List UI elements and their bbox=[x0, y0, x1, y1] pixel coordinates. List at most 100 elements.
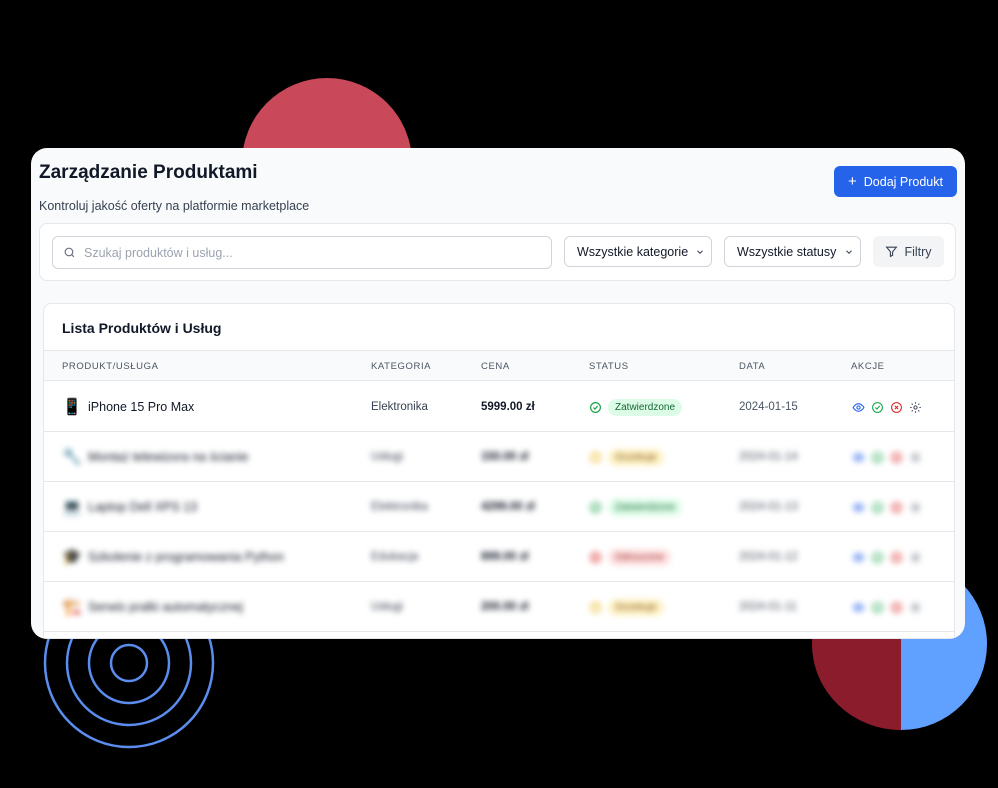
filters-button[interactable]: Filtry bbox=[873, 236, 944, 267]
status-badge: Odrzucone bbox=[608, 548, 671, 566]
view-icon[interactable] bbox=[851, 400, 865, 414]
date-cell: 2024-01-15 bbox=[739, 401, 798, 413]
view-icon[interactable] bbox=[851, 450, 865, 464]
filters-bar: Wszystkie kategorie Wszystkie statusy Fi… bbox=[39, 223, 956, 281]
filter-icon bbox=[885, 246, 898, 258]
table-row[interactable]: 🔧 Montaż telewizora na ścianie Usługi 150.0… bbox=[44, 432, 954, 482]
product-icon: 🎓 bbox=[62, 549, 82, 566]
settings-icon[interactable] bbox=[908, 600, 922, 614]
approve-icon[interactable] bbox=[870, 500, 884, 514]
product-icon: 📱 bbox=[62, 399, 82, 416]
actions-cell bbox=[851, 532, 922, 582]
status-badge: Zatwierdzone bbox=[608, 498, 683, 516]
product-cell: 🏗️ Serwis pralki automatycznej bbox=[62, 582, 243, 632]
product-name: Szkolenie z programowania Python bbox=[88, 550, 284, 564]
filters-button-label: Filtry bbox=[904, 244, 932, 259]
actions-cell bbox=[851, 432, 922, 482]
product-management-panel: Zarządzanie Produktami Kontroluj jakość … bbox=[31, 148, 965, 639]
product-name: Laptop Dell XPS 13 bbox=[88, 500, 198, 514]
reject-icon[interactable] bbox=[889, 400, 903, 414]
product-list-table: Lista Produktów i Usług PRODUKT/USŁUGA K… bbox=[43, 303, 955, 639]
approve-icon[interactable] bbox=[870, 550, 884, 564]
search-icon bbox=[64, 247, 75, 258]
category-cell: Edukacja bbox=[371, 551, 419, 563]
actions-cell bbox=[851, 382, 922, 432]
category-cell: Usługi bbox=[371, 601, 403, 613]
settings-icon[interactable] bbox=[908, 450, 922, 464]
reject-icon[interactable] bbox=[889, 500, 903, 514]
chevron-down-icon bbox=[697, 249, 703, 254]
view-icon[interactable] bbox=[851, 500, 865, 514]
status-cell: Odrzucone bbox=[589, 532, 671, 582]
approve-icon[interactable] bbox=[870, 600, 884, 614]
column-header-actions: AKCJE bbox=[851, 361, 885, 372]
status-select[interactable]: Wszystkie statusy bbox=[724, 236, 861, 267]
actions-cell bbox=[851, 582, 922, 632]
product-cell: 🔧 Montaż telewizora na ścianie bbox=[62, 432, 249, 482]
status-icon bbox=[590, 401, 601, 413]
settings-icon[interactable] bbox=[908, 500, 922, 514]
table-row[interactable]: 🏗️ Serwis pralki automatycznej Usługi 200.0… bbox=[44, 582, 954, 632]
status-badge: Zatwierdzone bbox=[608, 398, 683, 416]
category-select-value: Wszystkie kategorie bbox=[577, 244, 689, 259]
product-icon: 💻 bbox=[62, 499, 82, 516]
reject-icon[interactable] bbox=[889, 450, 903, 464]
view-icon[interactable] bbox=[851, 550, 865, 564]
page-header: Zarządzanie Produktami Kontroluj jakość … bbox=[39, 160, 957, 213]
status-icon bbox=[590, 551, 601, 563]
list-title: Lista Produktów i Usług bbox=[62, 320, 222, 336]
category-cell: Elektronika bbox=[371, 401, 428, 413]
product-icon: 🔧 bbox=[62, 449, 82, 466]
status-icon bbox=[590, 501, 601, 513]
add-product-button[interactable]: + Dodaj Produkt bbox=[834, 166, 957, 197]
date-cell: 2024-01-11 bbox=[739, 601, 797, 613]
status-icon bbox=[590, 601, 601, 613]
settings-icon[interactable] bbox=[908, 550, 922, 564]
price-cell: 5999.00 zł bbox=[481, 401, 535, 413]
product-name: Montaż telewizora na ścianie bbox=[88, 450, 249, 464]
add-product-label: Dodaj Produkt bbox=[863, 174, 943, 189]
category-select[interactable]: Wszystkie kategorie bbox=[564, 236, 712, 267]
view-icon[interactable] bbox=[851, 600, 865, 614]
approve-icon[interactable] bbox=[870, 400, 884, 414]
table-row[interactable]: 💻 Laptop Dell XPS 13 Elektronika 4299.00 zł… bbox=[44, 482, 954, 532]
date-cell: 2024-01-13 bbox=[739, 501, 798, 513]
product-cell: 💻 Laptop Dell XPS 13 bbox=[62, 482, 197, 532]
table-row[interactable]: 🎓 Szkolenie z programowania Python Edukacj… bbox=[44, 532, 954, 582]
table-row[interactable]: 📱 iPhone 15 Pro Max Elektronika 5999.00 zł Z… bbox=[44, 382, 954, 432]
status-badge: Oczekuje bbox=[608, 448, 664, 466]
price-cell: 899.00 zł bbox=[481, 551, 529, 563]
status-cell: Zatwierdzone bbox=[589, 482, 683, 532]
product-name: Serwis pralki automatycznej bbox=[88, 600, 243, 614]
product-cell: 📱 iPhone 15 Pro Max bbox=[62, 382, 194, 432]
date-cell: 2024-01-14 bbox=[739, 451, 798, 463]
plus-icon: + bbox=[848, 172, 857, 190]
reject-icon[interactable] bbox=[889, 600, 903, 614]
category-cell: Elektronika bbox=[371, 501, 428, 513]
status-select-value: Wszystkie statusy bbox=[737, 244, 837, 259]
approve-icon[interactable] bbox=[870, 450, 884, 464]
column-header-date: DATA bbox=[739, 361, 766, 372]
search-box[interactable] bbox=[52, 236, 552, 269]
actions-cell bbox=[851, 482, 922, 532]
status-icon bbox=[590, 451, 601, 463]
chevron-down-icon bbox=[846, 249, 852, 254]
column-header-product: PRODUKT/USŁUGA bbox=[62, 361, 159, 372]
status-cell: Zatwierdzone bbox=[589, 382, 683, 432]
price-cell: 4299.00 zł bbox=[481, 501, 535, 513]
table-header: PRODUKT/USŁUGA KATEGORIA CENA STATUS DAT… bbox=[44, 350, 954, 381]
category-cell: Usługi bbox=[371, 451, 403, 463]
search-input[interactable] bbox=[84, 245, 524, 260]
settings-icon[interactable] bbox=[908, 400, 922, 414]
date-cell: 2024-01-12 bbox=[739, 551, 798, 563]
status-badge: Oczekuje bbox=[608, 598, 664, 616]
column-header-category: KATEGORIA bbox=[371, 361, 432, 372]
product-icon: 🏗️ bbox=[62, 599, 82, 616]
price-cell: 200.00 zł bbox=[481, 601, 529, 613]
status-cell: Oczekuje bbox=[589, 582, 664, 632]
status-cell: Oczekuje bbox=[589, 432, 664, 482]
product-cell: 🎓 Szkolenie z programowania Python bbox=[62, 532, 284, 582]
product-name: iPhone 15 Pro Max bbox=[88, 400, 195, 414]
reject-icon[interactable] bbox=[889, 550, 903, 564]
page-title: Zarządzanie Produktami bbox=[39, 162, 258, 183]
